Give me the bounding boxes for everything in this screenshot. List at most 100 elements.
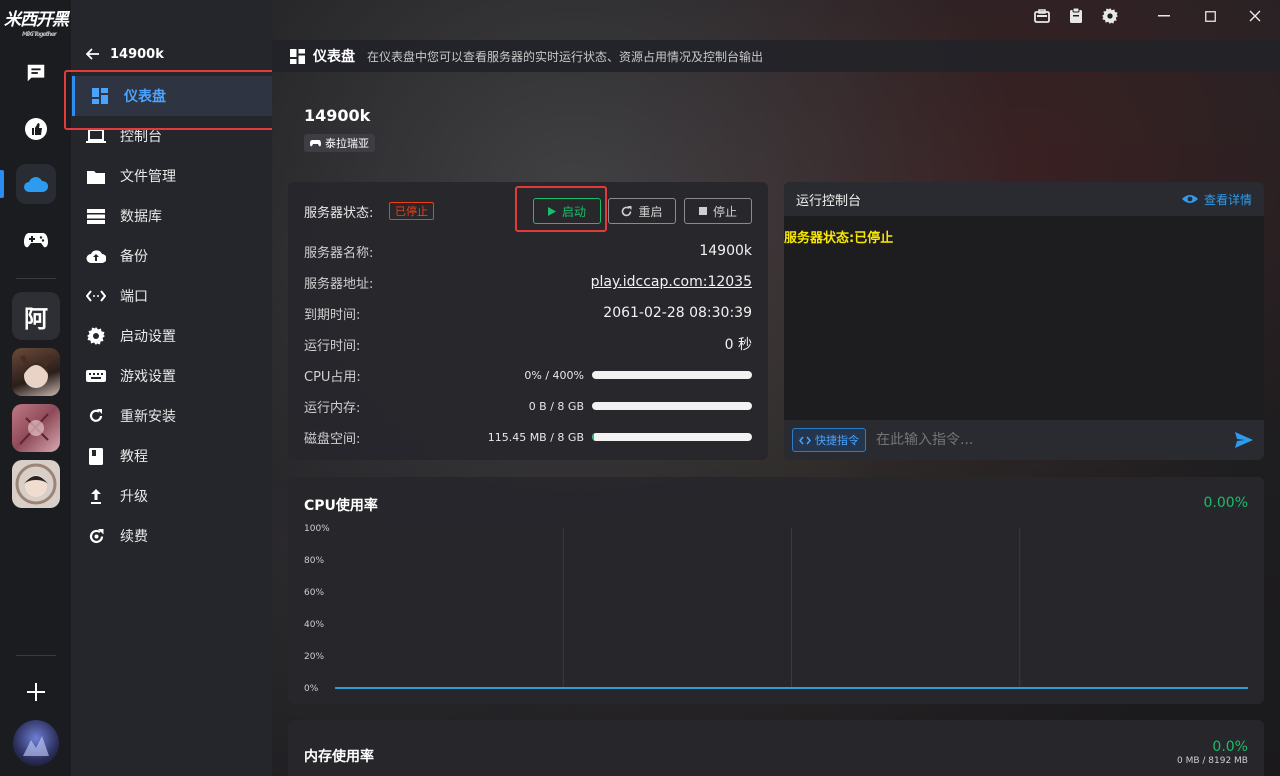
usage-row-memory: 运行内存: 0 B / 8 GB	[304, 396, 752, 416]
page-header: 仪表盘 在仪表盘中您可以查看服务器的实时运行状态、资源占用情况及控制台输出	[272, 40, 1280, 72]
cloud-upload-icon	[86, 246, 106, 266]
disk-progress-bar	[592, 433, 752, 441]
sidebar-item-game-settings[interactable]: 游戏设置	[86, 356, 272, 396]
console-output-line: 服务器状态:已停止	[784, 231, 894, 246]
sidebar-item-reinstall[interactable]: 重新安装	[86, 396, 272, 436]
sidebar-item-backup[interactable]: 备份	[86, 236, 272, 276]
info-row-uptime: 运行时间: 0 秒	[304, 337, 752, 354]
info-row-name: 服务器名称: 14900k	[304, 243, 752, 261]
renew-icon	[86, 526, 106, 546]
thumb-up-icon[interactable]	[16, 109, 56, 149]
sidebar-item-upgrade[interactable]: 升级	[86, 476, 272, 516]
sidebar-item-label: 续费	[120, 529, 148, 545]
stop-button[interactable]: 停止	[684, 198, 752, 224]
back-button[interactable]: 14900k	[86, 44, 164, 64]
y-tick-label: 80%	[304, 556, 324, 566]
y-tick-label: 40%	[304, 620, 324, 630]
y-tick-label: 0%	[304, 684, 319, 694]
rail-divider	[16, 278, 56, 279]
y-tick-label: 100%	[304, 524, 330, 534]
plus-icon[interactable]	[16, 672, 56, 712]
y-tick-label: 60%	[304, 588, 324, 598]
close-icon[interactable]	[1235, 0, 1275, 32]
page-title: 仪表盘	[313, 49, 355, 65]
code-icon	[799, 436, 811, 444]
sidebar-item-startup[interactable]: 启动设置	[86, 316, 272, 356]
memory-chart-card: 内存使用率 0.0% 0 MB / 8192 MB	[288, 720, 1264, 776]
usage-row-cpu: CPU占用: 0% / 400%	[304, 365, 752, 385]
main-content: 仪表盘 在仪表盘中您可以查看服务器的实时运行状态、资源占用情况及控制台输出 14…	[272, 0, 1280, 776]
keyboard-icon	[86, 366, 106, 386]
back-label: 14900k	[110, 46, 164, 62]
cpu-line-chart: 100% 80% 60% 40% 20% 0%	[304, 524, 1248, 694]
gamepad-icon[interactable]	[16, 220, 56, 260]
y-tick-label: 20%	[304, 652, 324, 662]
game-tag: 泰拉瑞亚	[304, 134, 375, 152]
gear-icon	[86, 326, 106, 346]
page-description: 在仪表盘中您可以查看服务器的实时运行状态、资源占用情况及控制台输出	[367, 49, 764, 64]
sidebar-item-database[interactable]: 数据库	[86, 196, 272, 236]
gamepad-icon	[310, 140, 321, 147]
arrow-left-icon	[86, 48, 99, 60]
sidebar-item-renew[interactable]: 续费	[86, 516, 272, 556]
sidebar-item-label: 备份	[120, 249, 148, 265]
sidebar-item-label: 启动设置	[120, 329, 176, 345]
sidebar-item-label: 数据库	[120, 209, 162, 225]
usage-row-disk: 磁盘空间: 115.45 MB / 8 GB	[304, 427, 752, 447]
sidebar-item-ports[interactable]: 端口	[86, 276, 272, 316]
refresh-icon	[86, 406, 106, 426]
settings-icon[interactable]	[1090, 0, 1130, 32]
user-avatar[interactable]	[13, 720, 59, 766]
app-rail: 米西开黑 MiXi Together 阿	[0, 0, 72, 776]
sidebar-item-label: 升级	[120, 489, 148, 505]
quick-command-button[interactable]: 快捷指令	[792, 428, 866, 452]
rail-active-indicator	[0, 170, 4, 198]
memory-chart-sub: 0 MB / 8192 MB	[1177, 756, 1248, 766]
cpu-progress-bar	[592, 371, 752, 379]
send-icon[interactable]	[1232, 428, 1256, 452]
sidebar-item-tutorial[interactable]: 教程	[86, 436, 272, 476]
maximize-icon[interactable]	[1190, 0, 1230, 32]
cloud-icon[interactable]	[16, 164, 56, 204]
sidebar-item-label: 重新安装	[120, 409, 176, 425]
restart-button[interactable]: 重启	[608, 198, 676, 224]
sidebar-item-label: 教程	[120, 449, 148, 465]
sidebar-item-label: 端口	[120, 289, 148, 305]
chat-icon[interactable]	[16, 53, 56, 93]
database-icon	[86, 206, 106, 226]
rail-divider	[16, 655, 56, 656]
minimize-icon[interactable]	[1144, 0, 1184, 32]
server-avatar-image[interactable]	[12, 460, 60, 508]
cpu-chart-card: CPU使用率 0.00% 100% 80% 60% 40% 20% 0%	[288, 477, 1264, 704]
server-name: 14900k	[304, 106, 371, 125]
upgrade-icon	[86, 486, 106, 506]
app-logo: 米西开黑 MiXi Together	[4, 10, 69, 38]
folder-icon	[86, 166, 106, 186]
highlight-box-dashboard	[64, 70, 289, 130]
dashboard-icon	[290, 48, 305, 64]
command-input[interactable]	[876, 426, 1232, 454]
sidebar-item-files[interactable]: 文件管理	[86, 156, 272, 196]
server-avatar-image[interactable]	[12, 348, 60, 396]
console-panel: 运行控制台 查看详情 服务器状态:已停止 快捷指令	[784, 182, 1264, 460]
status-badge: 已停止	[389, 202, 434, 220]
console-title: 运行控制台	[796, 193, 862, 209]
status-label: 服务器状态:	[304, 206, 374, 221]
stop-icon	[698, 207, 707, 215]
server-avatar-image[interactable]	[12, 404, 60, 452]
sidebar-item-label: 文件管理	[120, 169, 176, 185]
memory-progress-bar	[592, 402, 752, 410]
server-avatar-text[interactable]: 阿	[12, 292, 60, 340]
refresh-icon	[622, 205, 632, 216]
memory-chart-title: 内存使用率	[304, 749, 374, 765]
view-details-link[interactable]: 查看详情	[1181, 191, 1252, 208]
memory-chart-value: 0.0%	[1212, 739, 1248, 755]
port-icon	[86, 286, 106, 306]
server-address-link[interactable]: play.idccap.com:12035	[591, 274, 752, 290]
info-row-expiry: 到期时间: 2061-02-28 08:30:39	[304, 305, 752, 323]
highlight-box-start	[515, 186, 607, 232]
book-icon	[86, 446, 106, 466]
info-row-address: 服务器地址: play.idccap.com:12035	[304, 274, 752, 292]
sidebar-item-label: 游戏设置	[120, 369, 176, 385]
eye-icon	[1181, 195, 1198, 203]
